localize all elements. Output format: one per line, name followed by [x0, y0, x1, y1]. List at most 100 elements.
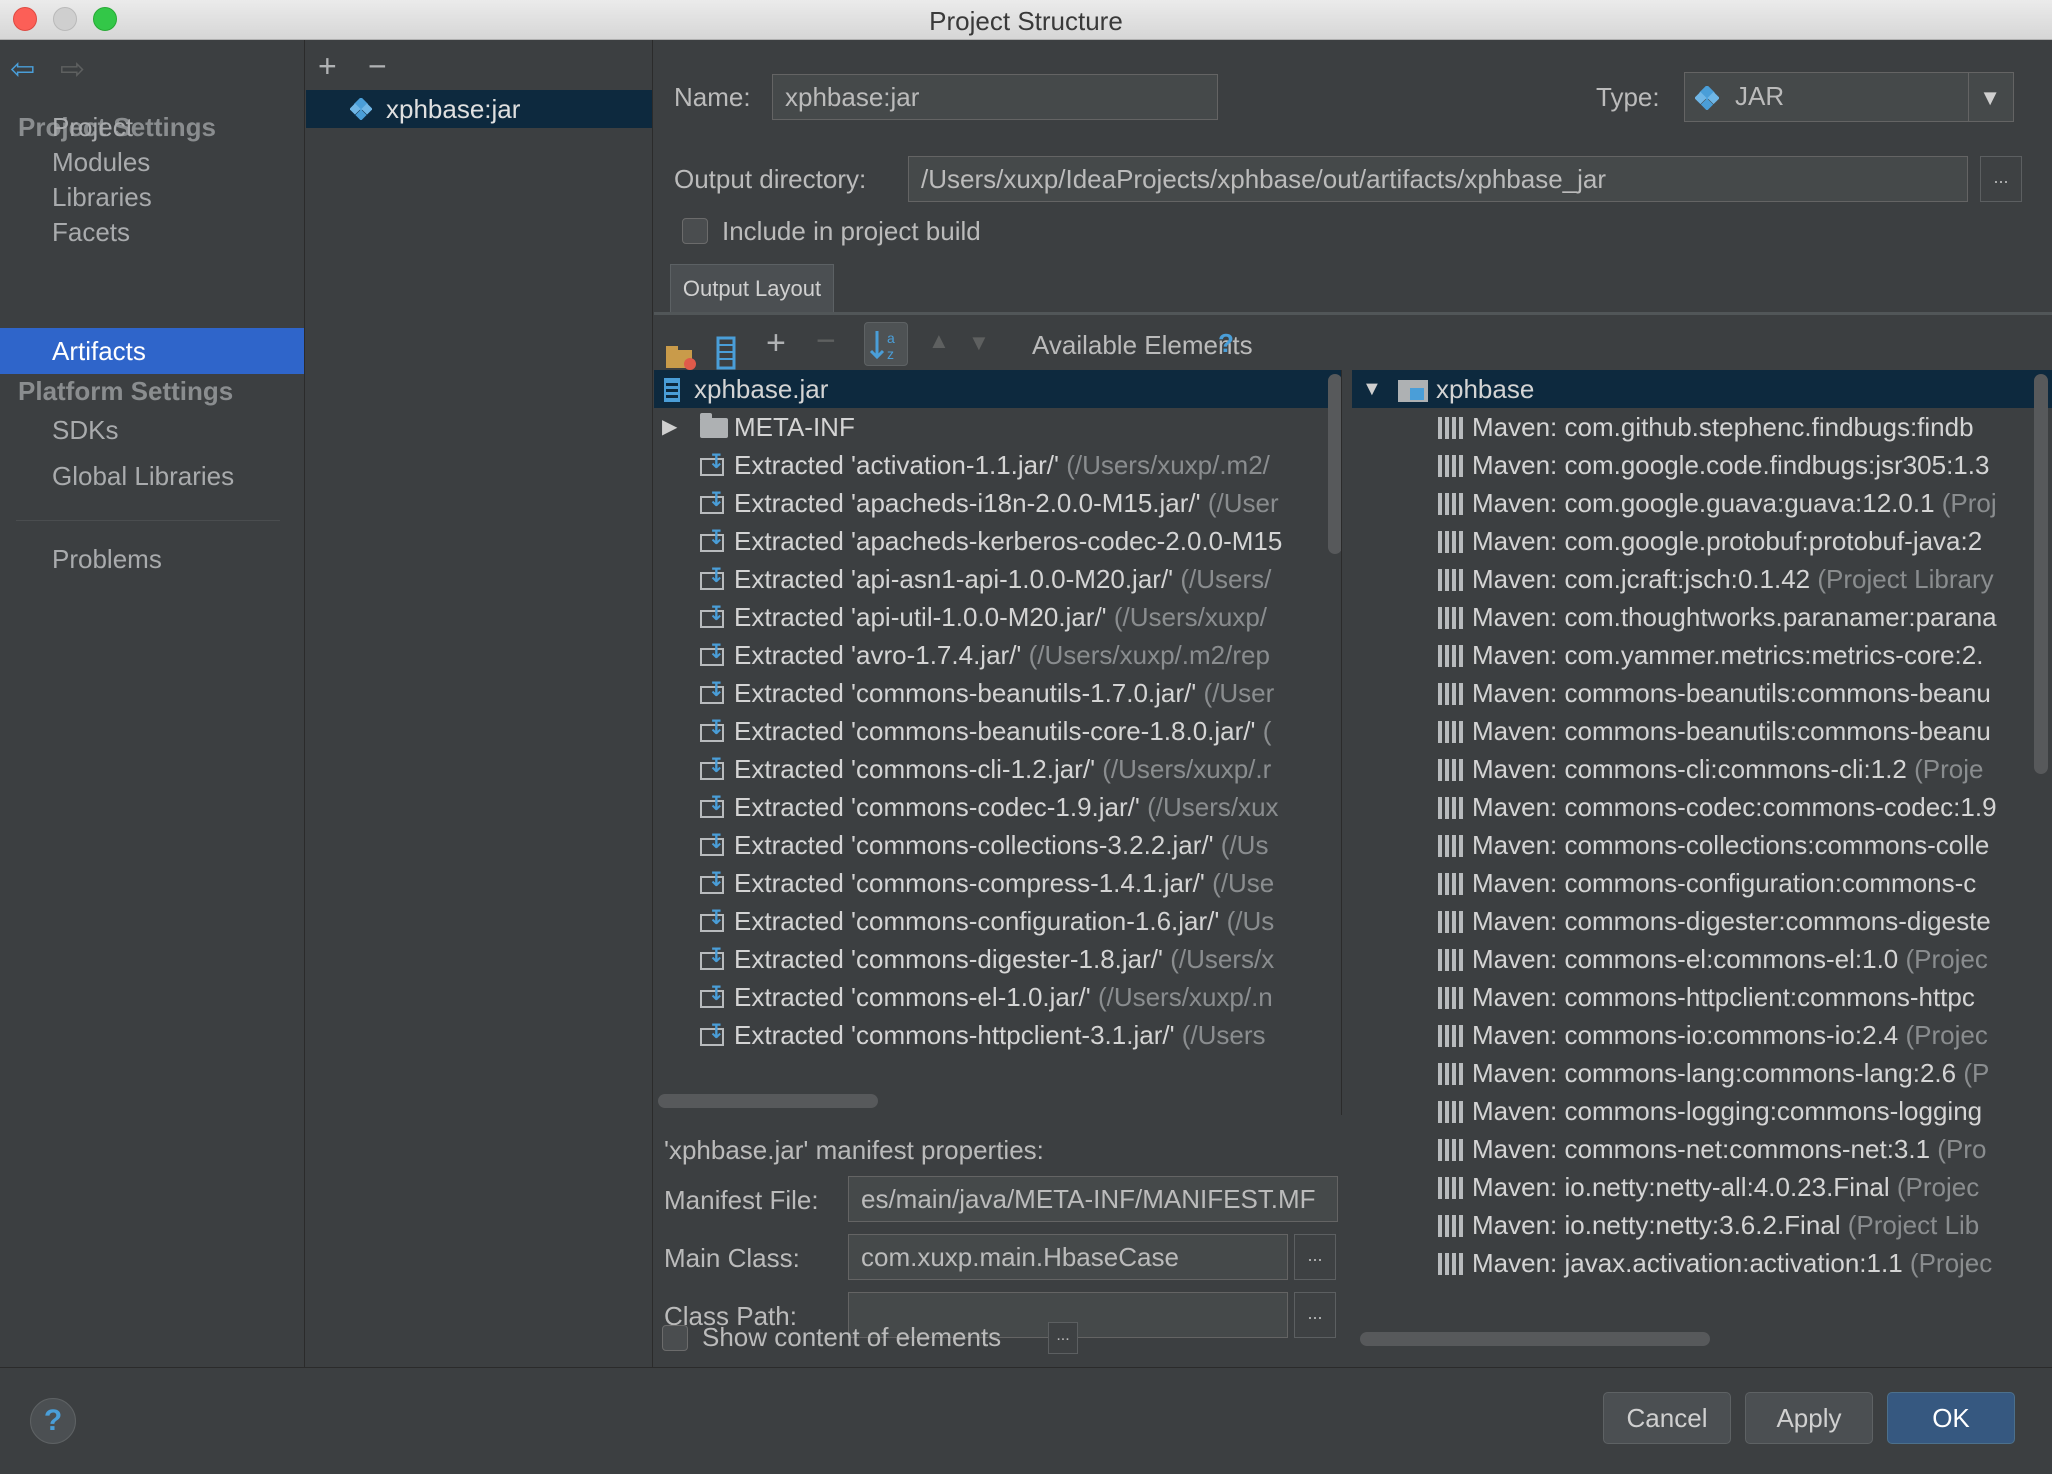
- browse-class-path-button[interactable]: ...: [1294, 1292, 1336, 1338]
- library-icon: [1438, 645, 1464, 667]
- tree-root-jar[interactable]: xphbase.jar: [654, 370, 1341, 408]
- layout-tree-item[interactable]: ↧ Extracted 'commons-beanutils-1.7.0.jar/…: [654, 674, 1341, 712]
- library-icon: [1438, 797, 1464, 819]
- horizontal-scrollbar[interactable]: [1360, 1332, 1710, 1346]
- layout-tree-item[interactable]: ↧ Extracted 'commons-compress-1.4.1.jar/'…: [654, 864, 1341, 902]
- library-icon: [1438, 949, 1464, 971]
- help-button[interactable]: ?: [30, 1398, 76, 1444]
- cancel-button[interactable]: Cancel: [1603, 1392, 1731, 1444]
- manifest-file-label: Manifest File:: [664, 1185, 819, 1215]
- expand-arrow-icon[interactable]: ▶: [662, 408, 677, 446]
- nav-item-sdks[interactable]: SDKs: [0, 407, 304, 453]
- layout-item-name: Extracted 'avro-1.7.4.jar/': [734, 640, 1022, 670]
- layout-tree-item[interactable]: ↧ Extracted 'commons-codec-1.9.jar/' (/Us…: [654, 788, 1341, 826]
- layout-item-path: (/Users/xuxp/: [1106, 602, 1268, 632]
- available-library-item[interactable]: Maven: commons-lang:commons-lang:2.6 (P: [1352, 1054, 2052, 1092]
- available-library-item[interactable]: Maven: javax.activation:activation:1.1 (…: [1352, 1244, 2052, 1282]
- available-library-item[interactable]: Maven: commons-beanutils:commons-beanu: [1352, 674, 2052, 712]
- layout-tree-item[interactable]: ↧ Extracted 'commons-beanutils-core-1.8.0…: [654, 712, 1341, 750]
- tab-output-layout[interactable]: Output Layout: [670, 264, 834, 314]
- available-library-item[interactable]: Maven: commons-io:commons-io:2.4 (Projec: [1352, 1016, 2052, 1054]
- layout-tree-item[interactable]: ↧ Extracted 'commons-cli-1.2.jar/' (/User…: [654, 750, 1341, 788]
- available-library-item[interactable]: Maven: commons-configuration:commons-c: [1352, 864, 2052, 902]
- available-library-item[interactable]: Maven: commons-el:commons-el:1.0 (Projec: [1352, 940, 2052, 978]
- available-library-item[interactable]: Maven: com.jcraft:jsch:0.1.42 (Project L…: [1352, 560, 2052, 598]
- collapse-arrow-icon[interactable]: ▼: [1362, 370, 1382, 408]
- library-icon: [1438, 455, 1464, 477]
- layout-item-path: (/User: [1200, 488, 1279, 518]
- extracted-archive-icon: ↧: [698, 604, 726, 630]
- layout-tree-item[interactable]: ↧ Extracted 'apacheds-kerberos-codec-2.0.…: [654, 522, 1341, 560]
- layout-item-path: (/Users/: [1173, 564, 1272, 594]
- available-library-item[interactable]: Maven: com.google.code.findbugs:jsr305:1…: [1352, 446, 2052, 484]
- remove-artifact-button[interactable]: −: [368, 48, 387, 85]
- vertical-scrollbar[interactable]: [2034, 374, 2048, 774]
- nav-item-problems[interactable]: Problems: [0, 536, 304, 582]
- available-library-item[interactable]: Maven: commons-codec:commons-codec:1.9: [1352, 788, 2052, 826]
- horizontal-scrollbar[interactable]: [658, 1094, 878, 1108]
- nav-item-facets[interactable]: Facets: [0, 209, 304, 255]
- output-directory-input[interactable]: /Users/xuxp/IdeaProjects/xphbase/out/art…: [908, 156, 1968, 202]
- layout-tree-item[interactable]: ↧ Extracted 'commons-collections-3.2.2.ja…: [654, 826, 1341, 864]
- vertical-scrollbar[interactable]: [1328, 374, 1341, 554]
- layout-item-name: Extracted 'commons-httpclient-3.1.jar/': [734, 1020, 1175, 1050]
- sort-alphabetically-button[interactable]: a z: [864, 322, 908, 366]
- nav-item-artifacts[interactable]: Artifacts: [0, 328, 304, 374]
- extracted-archive-icon: ↧: [698, 642, 726, 668]
- available-library-item[interactable]: Maven: io.netty:netty:3.6.2.Final (Proje…: [1352, 1206, 2052, 1244]
- available-library-item[interactable]: Maven: io.netty:netty-all:4.0.23.Final (…: [1352, 1168, 2052, 1206]
- available-library-item[interactable]: Maven: com.google.guava:guava:12.0.1 (Pr…: [1352, 484, 2052, 522]
- type-label: Type:: [1596, 82, 1660, 112]
- help-icon[interactable]: ?: [1218, 328, 1234, 359]
- layout-tree-item[interactable]: ↧ Extracted 'api-util-1.0.0-M20.jar/' (/U…: [654, 598, 1341, 636]
- type-dropdown[interactable]: JAR ▼: [1684, 72, 2014, 122]
- artifact-item[interactable]: xphbase:jar: [306, 90, 652, 128]
- available-library-item[interactable]: Maven: com.github.stephenc.findbugs:find…: [1352, 408, 2052, 446]
- available-root-module[interactable]: ▼ xphbase: [1352, 370, 2052, 408]
- available-library-item[interactable]: Maven: commons-cli:commons-cli:1.2 (Proj…: [1352, 750, 2052, 788]
- available-library-item[interactable]: Maven: commons-logging:commons-logging: [1352, 1092, 2052, 1130]
- add-element-icon[interactable]: +: [766, 324, 786, 374]
- library-name: Maven: com.google.code.findbugs:jsr305:1…: [1472, 450, 1990, 480]
- forward-arrow-icon[interactable]: ⇨: [60, 52, 85, 87]
- available-root-label: xphbase: [1436, 374, 1535, 404]
- layout-tree-item[interactable]: ↧ Extracted 'commons-digester-1.8.jar/' (…: [654, 940, 1341, 978]
- window-title: Project Structure: [929, 6, 1123, 36]
- layout-tree-item[interactable]: ↧ Extracted 'apacheds-i18n-2.0.0-M15.jar/…: [654, 484, 1341, 522]
- layout-tree-item[interactable]: ↧ Extracted 'avro-1.7.4.jar/' (/Users/xux…: [654, 636, 1341, 674]
- apply-button[interactable]: Apply: [1745, 1392, 1873, 1444]
- settings-nav: ⇦ ⇨ Project Settings Project Modules Lib…: [0, 40, 305, 1367]
- tree-folder-meta-inf[interactable]: ▶ META-INF: [654, 408, 1341, 446]
- include-in-build-checkbox[interactable]: [682, 218, 708, 244]
- available-library-item[interactable]: Maven: com.thoughtworks.paranamer:parana: [1352, 598, 2052, 636]
- layout-item-path: (/Users/xuxp/.n: [1090, 982, 1273, 1012]
- layout-tree-item[interactable]: ↧ Extracted 'commons-el-1.0.jar/' (/Users…: [654, 978, 1341, 1016]
- library-name: Maven: io.netty:netty:3.6.2.Final: [1472, 1210, 1841, 1240]
- layout-tree-item[interactable]: ↧ Extracted 'activation-1.1.jar/' (/Users…: [654, 446, 1341, 484]
- layout-tree-item[interactable]: ↧ Extracted 'api-asn1-api-1.0.0-M20.jar/'…: [654, 560, 1341, 598]
- nav-item-global-libraries[interactable]: Global Libraries: [0, 453, 304, 499]
- available-library-item[interactable]: Maven: commons-collections:commons-colle: [1352, 826, 2052, 864]
- ok-button[interactable]: OK: [1887, 1392, 2015, 1444]
- name-input[interactable]: xphbase:jar: [772, 74, 1218, 120]
- available-library-item[interactable]: Maven: commons-net:commons-net:3.1 (Pro: [1352, 1130, 2052, 1168]
- main-class-input[interactable]: com.xuxp.main.HbaseCase: [848, 1234, 1288, 1280]
- remove-element-icon[interactable]: −: [816, 322, 836, 372]
- output-layout-tree[interactable]: xphbase.jar ▶ META-INF ↧ Extracted 'activ…: [654, 370, 1342, 1115]
- show-content-options-button[interactable]: ...: [1048, 1322, 1078, 1354]
- show-content-checkbox[interactable]: [662, 1325, 688, 1351]
- manifest-file-input[interactable]: es/main/java/META-INF/MANIFEST.MF: [848, 1176, 1338, 1222]
- available-library-item[interactable]: Maven: commons-httpclient:commons-httpc: [1352, 978, 2052, 1016]
- available-library-item[interactable]: Maven: com.yammer.metrics:metrics-core:2…: [1352, 636, 2052, 674]
- add-artifact-button[interactable]: +: [318, 48, 337, 85]
- available-library-item[interactable]: Maven: commons-digester:commons-digeste: [1352, 902, 2052, 940]
- browse-main-class-button[interactable]: ...: [1294, 1234, 1336, 1280]
- available-elements-tree[interactable]: ▼ xphbase Maven: com.github.stephenc.fin…: [1352, 370, 2052, 1367]
- svg-text:a: a: [887, 330, 895, 346]
- available-library-item[interactable]: Maven: commons-beanutils:commons-beanu: [1352, 712, 2052, 750]
- available-library-item[interactable]: Maven: com.google.protobuf:protobuf-java…: [1352, 522, 2052, 560]
- back-arrow-icon[interactable]: ⇦: [10, 52, 35, 87]
- browse-output-directory-button[interactable]: ...: [1980, 156, 2022, 202]
- layout-tree-item[interactable]: ↧ Extracted 'commons-httpclient-3.1.jar/'…: [654, 1016, 1341, 1054]
- layout-tree-item[interactable]: ↧ Extracted 'commons-configuration-1.6.ja…: [654, 902, 1341, 940]
